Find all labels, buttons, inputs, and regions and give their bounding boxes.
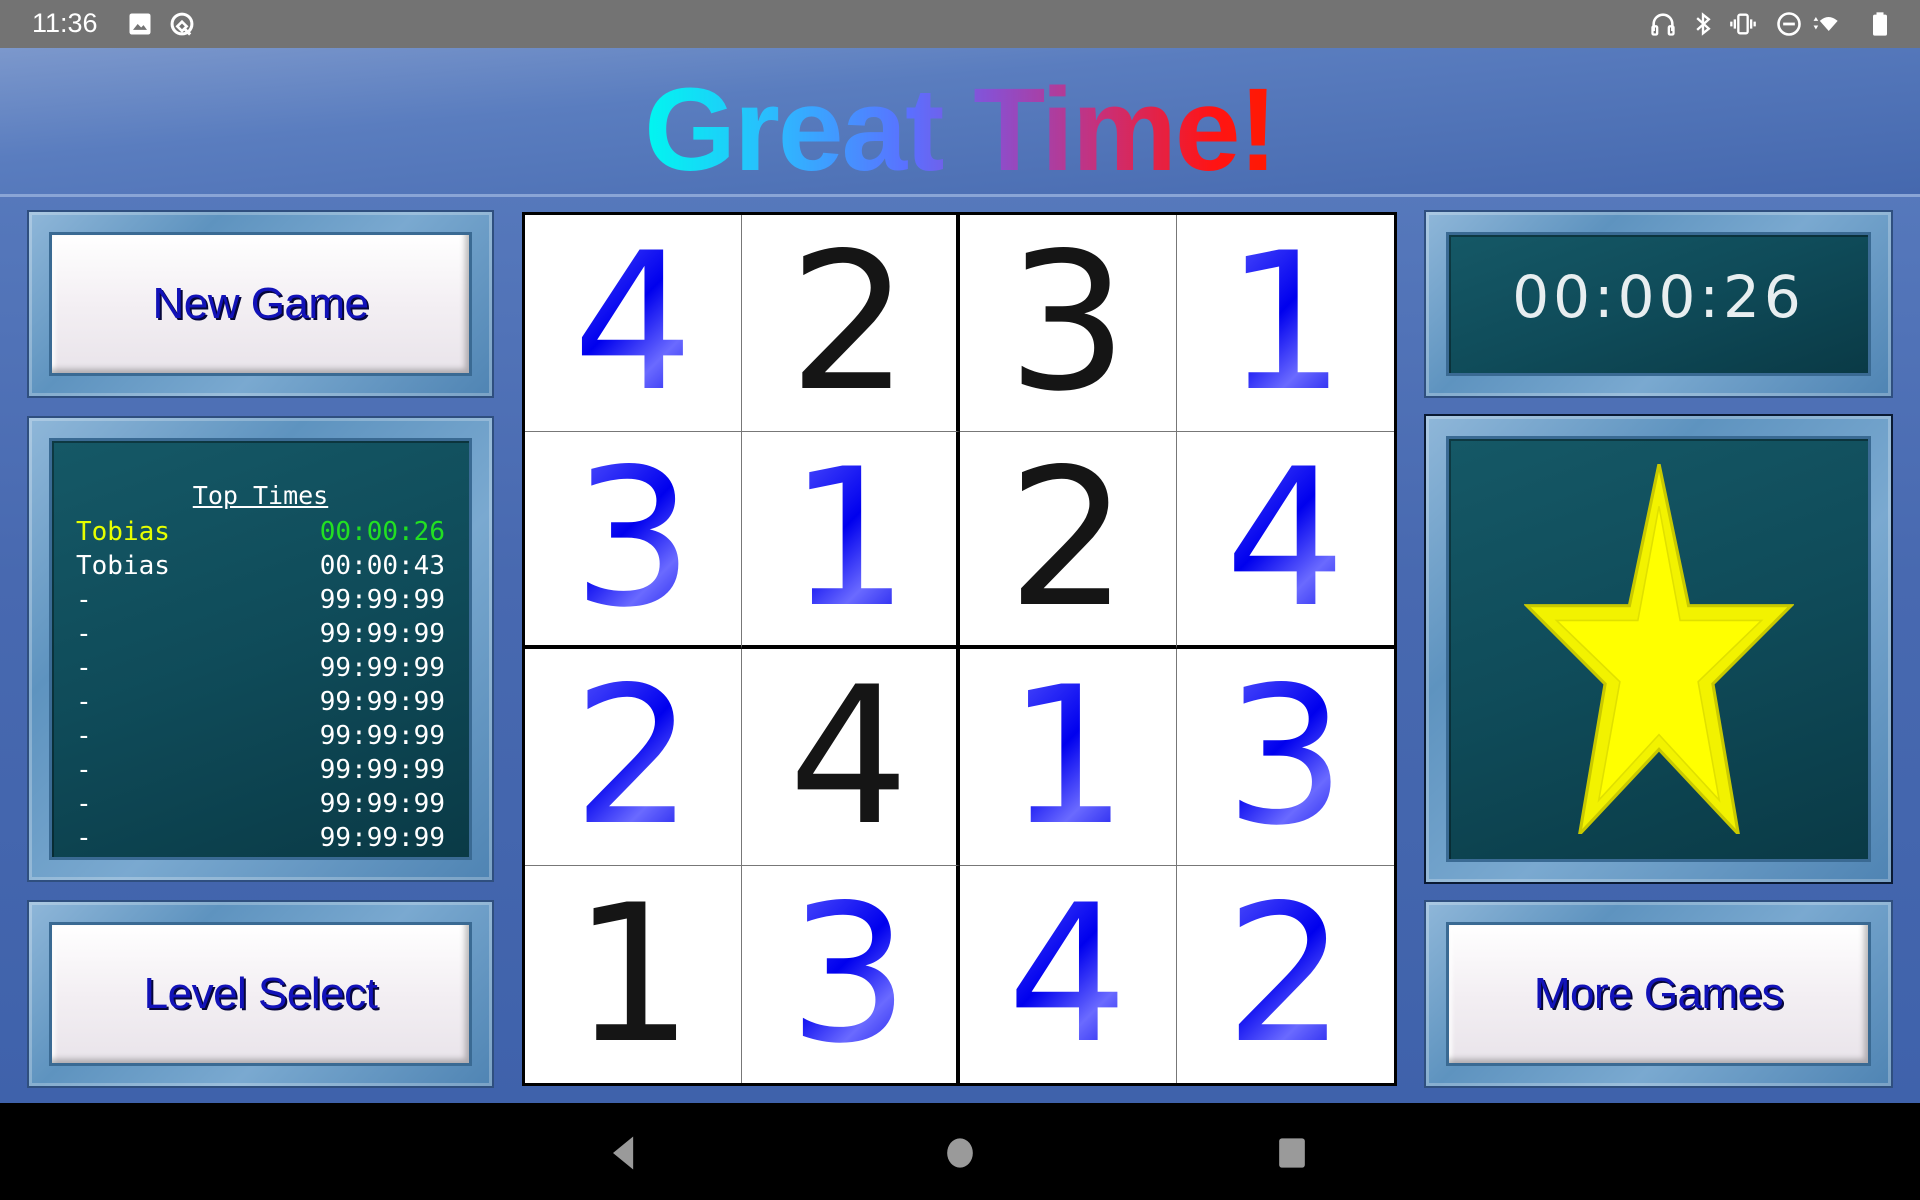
entered-digit: 4 [572,212,694,433]
star-icon [1523,464,1794,834]
battery-icon [1873,12,1887,36]
entry-time: 99:99:99 [319,823,445,853]
level-select-button[interactable]: Level Select [49,922,472,1066]
entry-player-name: - [76,823,92,853]
top-times-entry: - 99:99:99 [76,619,445,653]
entered-digit: 1 [788,427,910,649]
given-digit: 2 [788,212,910,433]
entry-time: 99:99:99 [319,721,445,751]
given-digit: 4 [788,646,910,867]
board-cell-r1-c1[interactable]: 4 [525,212,743,433]
given-digit: 3 [1007,212,1129,433]
level-select-label: Level Select [143,969,378,1018]
board-cell-r3-c4[interactable]: 3 [1176,646,1394,867]
image-icon [129,13,151,35]
more-games-frame: More Games [1424,900,1893,1088]
wifi-icon [1813,17,1838,31]
game-screen: Great Time! New Game Top Times Tobias 00:… [0,48,1920,1103]
do-not-disturb-icon [1777,12,1801,36]
entry-time: 99:99:99 [319,755,445,785]
result-star-panel [1446,436,1871,862]
top-times-frame: Top Times Tobias 00:00:26 Tobias 00:00:43 - 9… [27,416,494,882]
entry-time: 99:99:99 [319,653,445,683]
status-bar: 11:36 [0,0,1920,48]
level-select-frame: Level Select [27,900,494,1088]
top-times-entry: - 99:99:99 [76,687,445,721]
top-times-entry: Tobias 00:00:26 [76,517,445,551]
board-cell-r1-c3: 3 [959,212,1177,433]
top-times-entry: - 99:99:99 [76,721,445,755]
result-title: Great Time! [0,62,1920,198]
more-games-label: More Games [1533,969,1784,1018]
board-cell-r4-c2[interactable]: 3 [742,863,960,1085]
entry-player-name: Tobias [76,551,170,581]
data-saver-icon [170,12,194,36]
new-game-button[interactable]: New Game [49,232,472,376]
board-cell-r2-c1[interactable]: 3 [525,427,743,649]
timer-frame: 00:00:26 [1424,210,1893,398]
entry-player-name: - [76,653,92,683]
puzzle-board: 4231312424131342 [522,212,1397,1086]
headphones-icon [1651,13,1675,36]
entered-digit: 1 [1007,646,1129,867]
bluetooth-icon [1696,12,1711,36]
entry-time: 99:99:99 [319,687,445,717]
vibrate-icon [1730,13,1756,35]
board-cell-r3-c1[interactable]: 2 [525,646,743,867]
top-times-entry: - 99:99:99 [76,755,445,789]
entry-player-name: - [76,687,92,717]
entry-player-name: Tobias [76,517,170,547]
new-game-frame: New Game [27,210,494,398]
elapsed-timer: 00:00:26 [1512,263,1805,331]
entry-player-name: - [76,619,92,649]
back-icon[interactable] [602,1131,646,1175]
top-times-title: Top Times [192,481,329,510]
result-title-text: Great Time! [644,64,1278,196]
board-cell-r2-c4[interactable]: 4 [1176,427,1394,649]
board-cell-r2-c2[interactable]: 1 [742,427,960,649]
board-cell-r3-c2: 4 [742,646,960,867]
board-cell-r4-c4[interactable]: 2 [1177,866,1394,1083]
top-times-entry: - 99:99:99 [76,789,445,823]
header-banner: Great Time! [0,48,1920,197]
board-cell-r4-c1: 1 [525,863,743,1085]
entry-time: 00:00:26 [319,517,445,547]
board-cell-r4-c3[interactable]: 4 [960,866,1177,1083]
entered-digit: 3 [1224,646,1346,867]
top-times-entry: Tobias 00:00:43 [76,551,445,585]
entry-time: 99:99:99 [319,789,445,819]
home-icon[interactable] [938,1131,982,1175]
more-games-button[interactable]: More Games [1446,922,1871,1066]
board-cell-r2-c3: 2 [959,427,1177,649]
entry-player-name: - [76,755,92,785]
top-times-entry: - 99:99:99 [76,653,445,687]
top-times-entry: - 99:99:99 [76,823,445,857]
board-cell-r1-c2: 2 [742,212,960,433]
entered-digit: 2 [572,646,694,867]
entry-player-name: - [76,789,92,819]
result-star-frame [1424,414,1893,884]
entry-time: 99:99:99 [319,585,445,615]
given-digit: 1 [572,863,694,1085]
entry-time: 99:99:99 [319,619,445,649]
given-digit: 2 [1007,427,1129,649]
timer-panel: 00:00:26 [1446,232,1871,376]
new-game-label: New Game [152,279,369,328]
entered-digit: 4 [1224,427,1346,649]
entry-player-name: - [76,721,92,751]
entered-digit: 2 [1224,863,1346,1085]
entered-digit: 1 [1224,212,1346,433]
top-times-entry: - 99:99:99 [76,585,445,619]
entered-digit: 4 [1007,863,1129,1085]
entry-time: 00:00:43 [319,551,445,581]
recents-icon[interactable] [1270,1131,1314,1175]
board-cell-r3-c3[interactable]: 1 [959,646,1177,867]
board-cell-r1-c4[interactable]: 1 [1176,212,1394,433]
entered-digit: 3 [788,863,910,1085]
status-time: 11:36 [32,8,98,38]
navigation-bar [0,1103,1920,1200]
entered-digit: 3 [572,427,694,649]
entry-player-name: - [76,585,92,615]
top-times-panel: Top Times Tobias 00:00:26 Tobias 00:00:43 - 9… [49,438,472,860]
